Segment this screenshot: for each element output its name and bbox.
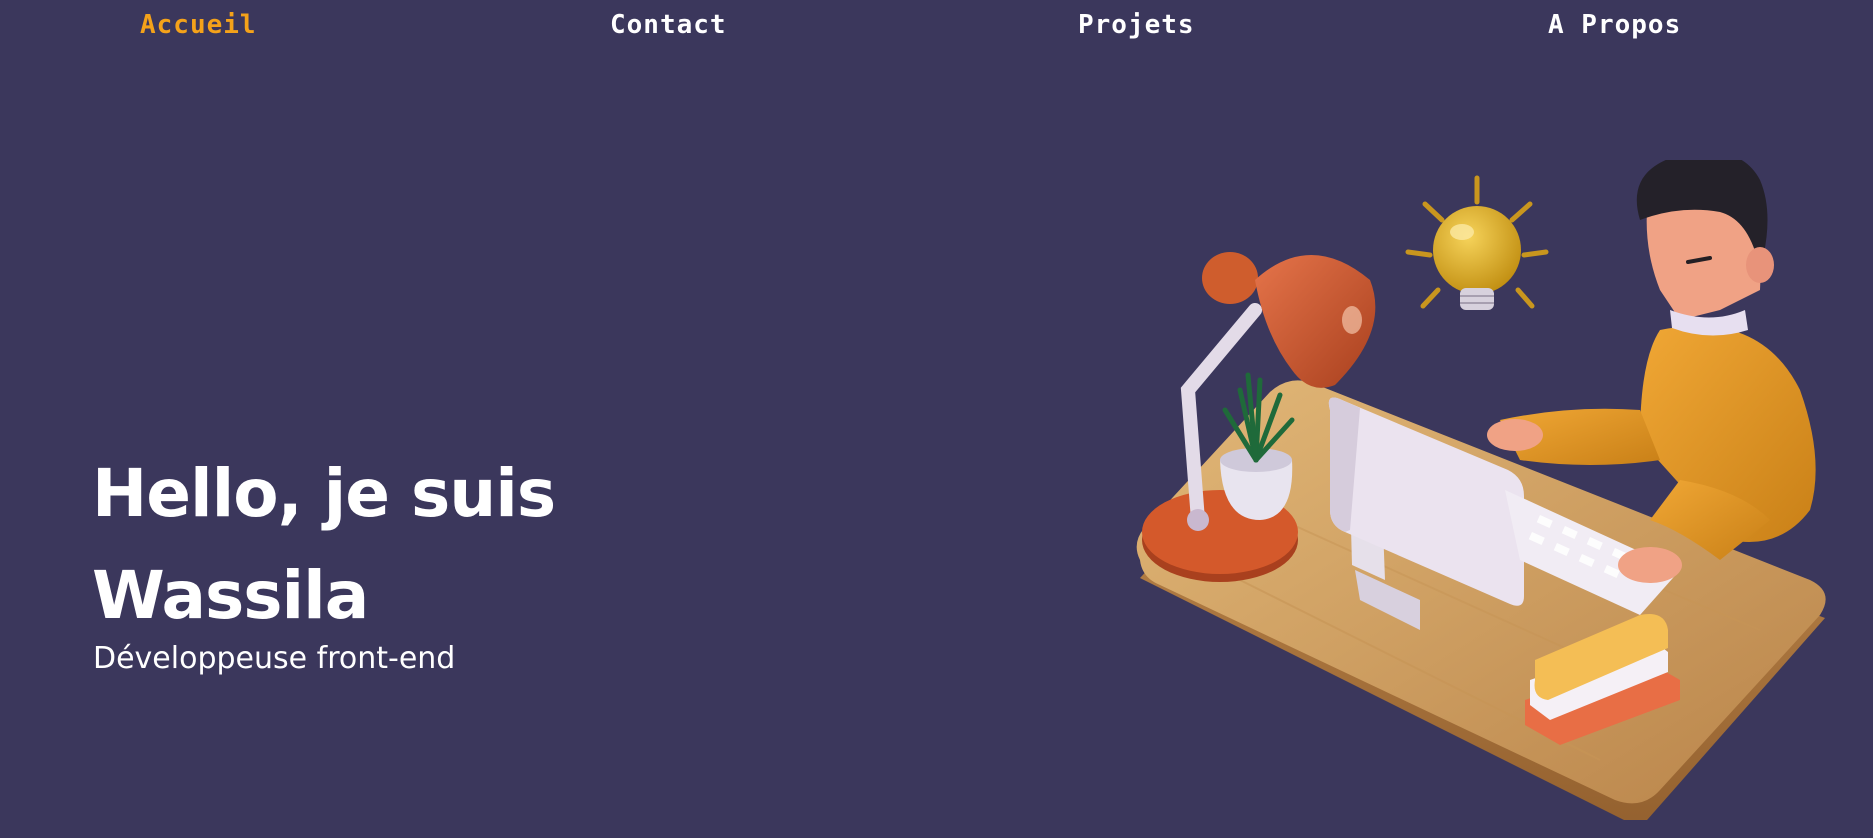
- developer-at-desk-illustration: [1136, 160, 1826, 820]
- nav-link-a-propos[interactable]: A Propos: [1548, 10, 1681, 40]
- nav-link-accueil[interactable]: Accueil: [140, 10, 257, 40]
- lightbulb-icon: [1405, 175, 1549, 310]
- main-navigation: Accueil Contact Projets A Propos: [0, 0, 1873, 56]
- nav-link-projets[interactable]: Projets: [1078, 10, 1195, 40]
- hero-title-line-1: Hello, je suis: [92, 455, 556, 532]
- hero-title: Hello, je suis Wassila: [92, 443, 556, 647]
- nav-link-contact[interactable]: Contact: [610, 10, 727, 40]
- hero-title-line-2: Wassila: [92, 557, 369, 634]
- hero-subtitle: Développeuse front-end: [93, 641, 456, 676]
